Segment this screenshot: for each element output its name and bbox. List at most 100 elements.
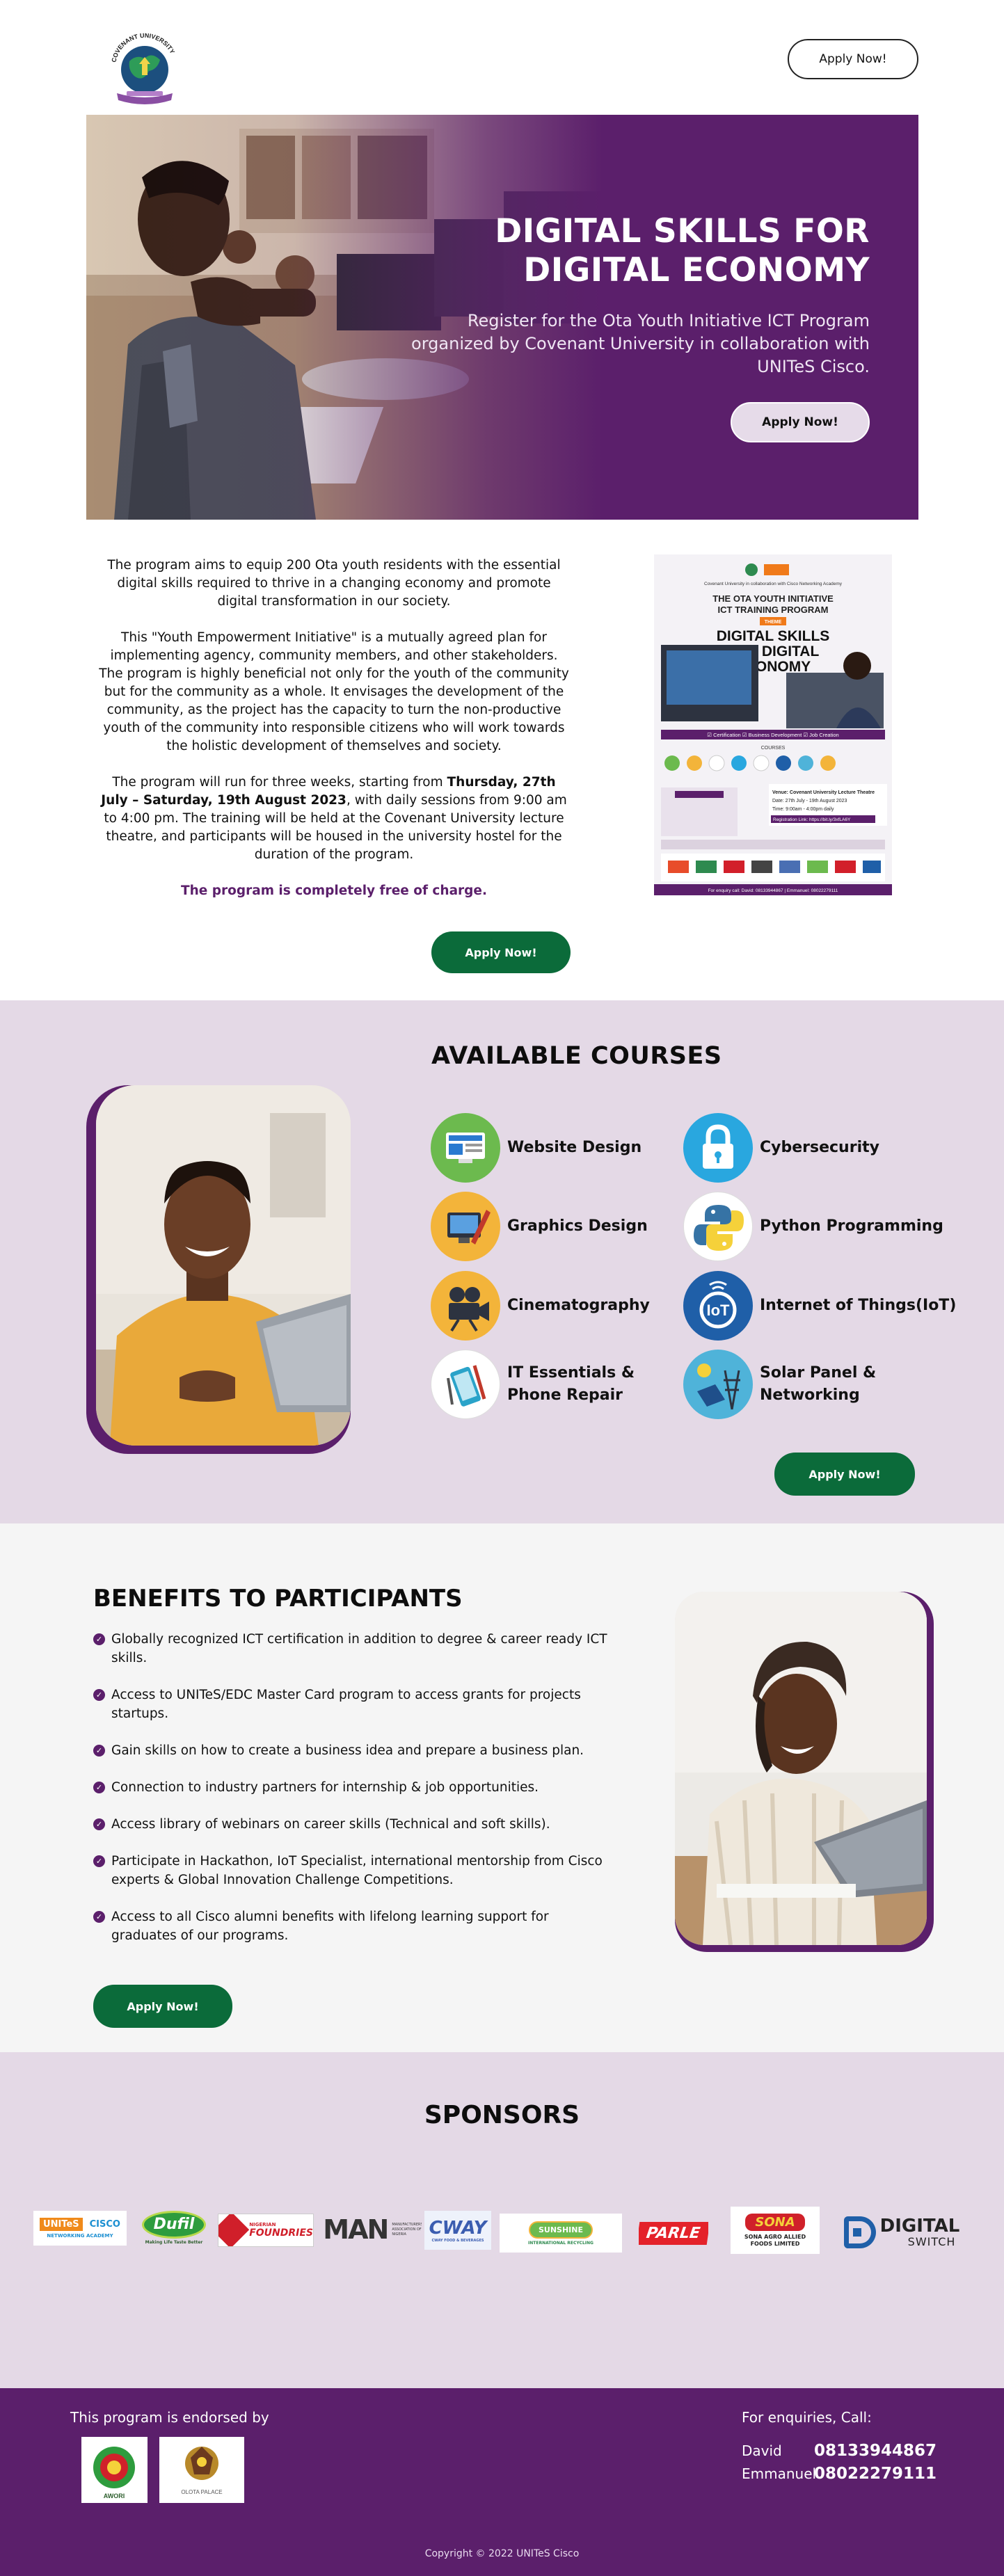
contact-phone[interactable]: 08133944867	[814, 2442, 937, 2460]
enquiries-label: For enquiries, Call:	[742, 2409, 872, 2426]
course-python-programming[interactable]: Python Programming	[683, 1192, 943, 1261]
course-website-design[interactable]: Website Design	[431, 1113, 642, 1183]
flyer-venue: Venue: Covenant University Lecture Theat…	[772, 790, 875, 795]
benefit-text: Gain skills on how to create a business …	[111, 1743, 584, 1758]
about-schedule-prefix: The program will run for three weeks, st…	[112, 775, 447, 790]
benefit-text: Access library of webinars on career ski…	[111, 1817, 550, 1832]
site-footer: This program is endorsed by AWORI OLOTA …	[0, 2388, 1004, 2576]
website-design-icon	[431, 1113, 500, 1183]
course-label: Internet of Things(IoT)	[760, 1297, 957, 1314]
covenant-university-logo[interactable]: COVENANT UNIVERSITY	[103, 26, 186, 110]
sponsor-name: UNITeS	[40, 2218, 83, 2231]
benefit-item: ✓ Access to UNITeS/EDC Master Card progra…	[93, 1686, 608, 1723]
sponsor-logo-cway[interactable]: CWAY CWAY FOOD & BEVERAGES	[424, 2211, 491, 2250]
sponsor-name: MAN	[324, 2214, 389, 2245]
site-header: COVENANT UNIVERSITY Apply Now!	[0, 0, 1004, 115]
courses-title: AVAILABLE COURSES	[431, 1042, 722, 1070]
available-courses-section: AVAILABLE COURSES	[0, 1000, 1004, 1523]
benefits-apply-button[interactable]: Apply Now!	[93, 1985, 232, 2028]
smiling-student-photo	[96, 1085, 351, 1446]
hero-banner: DIGITAL SKILLS FOR DIGITAL ECONOMY Regis…	[86, 115, 918, 520]
sponsor-logo-dufil[interactable]: Dufil Making Life Taste Better	[139, 2207, 209, 2248]
course-internet-of-things[interactable]: IoT Internet of Things(IoT)	[683, 1271, 956, 1341]
check-icon: ✓	[93, 1745, 105, 1757]
benefits-title: BENEFITS TO PARTICIPANTS	[93, 1585, 463, 1613]
about-apply-button[interactable]: Apply Now!	[431, 931, 571, 973]
check-icon: ✓	[93, 1818, 105, 1830]
sponsor-name: SUNSHINE	[528, 2221, 593, 2239]
sponsor-name: DIGITAL	[879, 2215, 960, 2237]
flyer-theme: THEME	[765, 620, 782, 625]
course-label: Graphics Design	[507, 1217, 648, 1235]
sponsor-name: SONA	[745, 2213, 805, 2231]
hero-title: DIGITAL SKILLS FOR DIGITAL ECONOMY	[438, 212, 870, 290]
camera-icon	[431, 1271, 500, 1341]
contact-david[interactable]: David 08133944867	[742, 2442, 937, 2460]
sponsor-sub: Making Life Taste Better	[145, 2239, 203, 2245]
sponsor-logo-unites-cisco[interactable]: UNITeS CISCO NETWORKING ACADEMY	[33, 2211, 127, 2246]
contact-name: Emmanuel	[742, 2465, 817, 2482]
sponsor-logo-sona[interactable]: SONA SONA AGRO ALLIED FOODS LIMITED	[731, 2207, 820, 2254]
sponsor-name: CWAY	[429, 2218, 487, 2239]
tools-icon	[431, 1350, 500, 1419]
course-label: Cybersecurity	[760, 1139, 879, 1156]
about-paragraph-2: This "Youth Empowerment Initiative" is a…	[99, 630, 569, 753]
sponsors-title: SPONSORS	[424, 2101, 580, 2129]
solar-panel-icon	[683, 1350, 753, 1419]
course-cybersecurity[interactable]: Cybersecurity	[683, 1113, 879, 1183]
olota-palace-endorser-logo: OLOTA PALACE	[159, 2437, 244, 2503]
benefit-text: Access to all Cisco alumni benefits with…	[111, 1910, 549, 1943]
sponsor-sub2: NETWORKING ACADEMY	[47, 2233, 113, 2239]
graphics-design-icon	[431, 1192, 500, 1261]
svg-text:IoT: IoT	[707, 1302, 731, 1319]
endorsed-by-label: This program is endorsed by	[70, 2409, 269, 2426]
endorser-name: AWORI	[104, 2493, 125, 2499]
sponsor-logo-sunshine[interactable]: SUNSHINE INTERNATIONAL RECYCLING	[500, 2214, 622, 2253]
hero-apply-button[interactable]: Apply Now!	[731, 402, 870, 442]
course-graphics-design[interactable]: Graphics Design	[431, 1192, 648, 1261]
course-solar-panel-networking[interactable]: Solar Panel & Networking	[683, 1350, 876, 1419]
course-label: Python Programming	[760, 1217, 943, 1235]
sponsor-sub: MANUFACTURERS ASSOCIATION OF NIGERIA	[392, 2222, 422, 2237]
contact-name: David	[742, 2442, 782, 2459]
flyer-heading-1: THE OTA YOUTH INITIATIVE	[712, 593, 834, 604]
sponsor-name: FOUNDRIES	[249, 2227, 313, 2239]
iot-icon: IoT	[683, 1271, 753, 1341]
flyer-date: Date: 27th July - 19th August 2023	[772, 799, 847, 803]
check-icon: ✓	[93, 1633, 105, 1645]
contact-phone[interactable]: 08022279111	[814, 2465, 937, 2483]
sponsor-logo-digital-switch[interactable]: DIGITAL SWITCH	[834, 2212, 970, 2253]
sponsor-logo-man[interactable]: MAN MANUFACTURERS ASSOCIATION OF NIGERIA	[324, 2209, 422, 2250]
benefit-item: ✓ Gain skills on how to create a business…	[93, 1741, 608, 1760]
flyer-time: Time: 9:00am - 4:00pm daily	[772, 807, 834, 812]
sponsor-name: PARLE	[639, 2221, 708, 2245]
sponsor-logo-nigerian-foundries[interactable]: NIGERIAN FOUNDRIES	[218, 2214, 314, 2247]
course-cinematography[interactable]: Cinematography	[431, 1271, 650, 1341]
contact-emmanuel[interactable]: Emmanuel 08022279111	[742, 2465, 937, 2483]
benefit-item: ✓ Participate in Hackathon, IoT Specialis…	[93, 1852, 608, 1889]
flyer-courses-label: COURSES	[761, 746, 786, 751]
hero-title-line1: DIGITAL SKILLS FOR	[495, 212, 870, 250]
sponsors-section: SPONSORS UNITeS CISCO NETWORKING ACADEMY…	[0, 2052, 1004, 2388]
free-of-charge-note: The program is completely free of charge…	[181, 883, 487, 898]
check-icon: ✓	[93, 1855, 105, 1867]
course-label: Cinematography	[507, 1297, 650, 1314]
course-label: Website Design	[507, 1139, 642, 1156]
course-label-line2: Networking	[760, 1386, 860, 1404]
benefit-text: Participate in Hackathon, IoT Specialist…	[111, 1854, 603, 1887]
about-paragraph-1: The program aims to equip 200 Ota youth …	[107, 558, 561, 609]
endorser-name: OLOTA PALACE	[181, 2489, 222, 2495]
course-it-essentials-phone-repair[interactable]: IT Essentials & Phone Repair	[431, 1350, 635, 1419]
course-label: Solar Panel & Networking	[760, 1362, 876, 1407]
sponsor-sub: INTERNATIONAL RECYCLING	[528, 2240, 593, 2246]
flyer-org: Covenant University in collaboration wit…	[704, 582, 843, 586]
header-apply-button[interactable]: Apply Now!	[788, 39, 918, 79]
copyright-text: Copyright © 2022 UNITeS Cisco	[424, 2548, 580, 2559]
python-icon	[683, 1192, 753, 1261]
courses-apply-button[interactable]: Apply Now!	[774, 1453, 915, 1496]
sponsor-sub: CWAY FOOD & BEVERAGES	[431, 2239, 484, 2243]
benefits-list: ✓ Globally recognized ICT certification i…	[93, 1630, 608, 1963]
lock-icon	[683, 1113, 753, 1183]
sponsor-sub: CISCO	[89, 2219, 120, 2230]
sponsor-logo-parle[interactable]: PARLE	[639, 2219, 708, 2247]
